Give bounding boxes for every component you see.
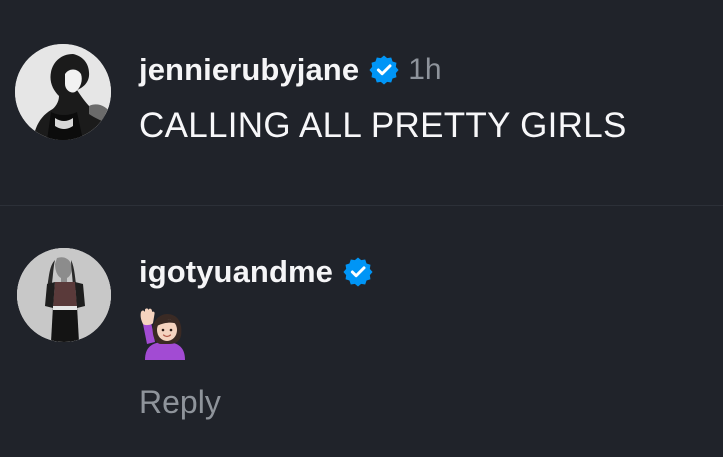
comment-header: igotyuandme xyxy=(139,254,373,290)
comment-text: CALLING ALL PRETTY GIRLS xyxy=(139,106,627,145)
avatar[interactable] xyxy=(17,248,111,342)
woman-raising-hand-emoji-icon xyxy=(139,308,191,360)
avatar-photo-icon xyxy=(15,44,111,140)
username-link[interactable]: igotyuandme xyxy=(139,254,333,290)
reply-button[interactable]: Reply xyxy=(139,384,221,421)
username-link[interactable]: jennierubyjane xyxy=(139,52,359,88)
comment-item xyxy=(0,205,723,457)
verified-badge-icon xyxy=(343,257,373,287)
verified-badge-icon xyxy=(369,55,399,85)
comment-header: jennierubyjane 1h xyxy=(139,52,442,88)
avatar-photo-icon xyxy=(17,248,111,342)
comment-timestamp: 1h xyxy=(408,53,442,86)
avatar[interactable] xyxy=(15,44,111,140)
